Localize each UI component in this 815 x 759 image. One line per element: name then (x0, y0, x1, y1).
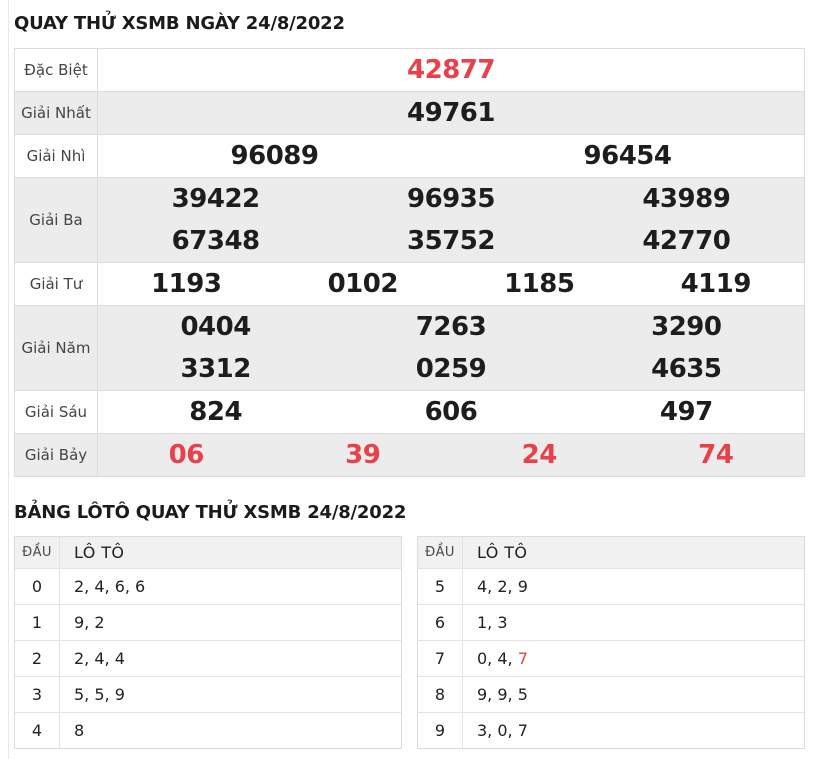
prize-number: 1185 (504, 268, 575, 299)
prize-number: 0259 (415, 353, 487, 384)
prize-number: 96935 (407, 183, 495, 214)
dau-cell: 0 (15, 569, 60, 605)
loto-table-left: ĐẦU LÔ TÔ 0 2, 4, 6, 6 1 9, 2 2 2, 4, 4 … (14, 536, 402, 750)
prize-row-dac-biet: Đặc Biệt 42877 (15, 48, 804, 91)
prize-number: 35752 (407, 225, 495, 256)
prize-number: 43989 (642, 183, 731, 214)
page-title: QUAY THỬ XSMB NGÀY 24/8/2022 (14, 13, 345, 34)
loto-header: ĐẦU LÔ TÔ (15, 537, 401, 569)
prize-values: 39422 96935 43989 67348 35752 42770 (98, 178, 804, 262)
loto-header: ĐẦU LÔ TÔ (418, 537, 804, 569)
prize-values: 1193 0102 1185 4119 (98, 263, 804, 305)
prize-number: 49761 (407, 97, 495, 128)
prize-number: 42877 (407, 54, 495, 85)
prize-label: Giải Bảy (15, 433, 98, 476)
dau-cell: 6 (418, 605, 463, 641)
dau-cell: 4 (15, 713, 60, 749)
prize-row-giai-nam: Giải Năm 0404 7263 3290 3312 0259 4635 (15, 304, 804, 390)
prize-row-giai-bay: Giải Bảy 06 39 24 74 (15, 432, 804, 476)
prize-number: 24 (521, 439, 558, 470)
prize-number: 39 (345, 439, 381, 470)
dau-cell: 8 (418, 677, 463, 713)
loto-values: 2, 4, 6, 6 (74, 577, 146, 597)
col-header-dau: ĐẦU (418, 537, 463, 569)
prize-row-giai-nhi: Giải Nhì 96089 96454 (15, 133, 804, 177)
prize-row-giai-nhat: Giải Nhất 49761 (15, 90, 804, 134)
prize-number: 0404 (180, 311, 251, 342)
prize-number: 96454 (583, 140, 672, 171)
prize-number: 497 (659, 396, 713, 427)
loto-values: 8 (74, 721, 85, 741)
prize-values: 06 39 24 74 (98, 434, 804, 476)
loto-row: 9 3, 0, 7 (418, 712, 804, 749)
loto-row: 1 9, 2 (15, 604, 401, 641)
prize-values: 0404 7263 3290 3312 0259 4635 (98, 306, 804, 390)
col-header-dau: ĐẦU (15, 537, 60, 569)
highlighted-loto: 7 (517, 649, 528, 669)
prize-row-giai-ba: Giải Ba 39422 96935 43989 67348 35752 42… (15, 176, 804, 262)
loto-values: 0, 4, 7 (477, 649, 528, 669)
dau-cell: 7 (418, 641, 463, 677)
prize-label: Giải Tư (15, 262, 98, 305)
prize-number: 67348 (171, 225, 260, 256)
col-header-loto: LÔ TÔ (74, 543, 125, 563)
dau-cell: 9 (418, 713, 463, 749)
loto-row: 0 2, 4, 6, 6 (15, 568, 401, 605)
prize-number: 39422 (171, 183, 260, 214)
loto-row: 5 4, 2, 9 (418, 568, 804, 605)
loto-values: 9, 9, 5 (477, 685, 528, 705)
loto-values: 5, 5, 9 (74, 685, 125, 705)
prize-values: 42877 (98, 49, 804, 91)
prize-row-giai-sau: Giải Sáu 824 606 497 (15, 389, 804, 433)
dau-cell: 5 (418, 569, 463, 605)
loto-row: 7 0, 4, 7 (418, 640, 804, 677)
prize-values: 824 606 497 (98, 391, 804, 433)
loto-values: 3, 0, 7 (477, 721, 528, 741)
loto-table-right: ĐẦU LÔ TÔ 5 4, 2, 9 6 1, 3 7 0, 4, 7 8 9… (417, 536, 805, 750)
dau-cell: 1 (15, 605, 60, 641)
loto-title: BẢNG LÔTÔ QUAY THỬ XSMB 24/8/2022 (14, 501, 407, 523)
prize-row-giai-tu: Giải Tư 1193 0102 1185 4119 (15, 261, 804, 305)
lottery-results-page: { "colors": { "accent_red": "#e8414a", "… (0, 0, 815, 759)
prize-number: 06 (168, 439, 205, 470)
loto-values: 2, 4, 4 (74, 649, 125, 669)
prize-number: 7263 (415, 311, 487, 342)
prize-number: 4119 (680, 268, 752, 299)
prize-label: Đặc Biệt (15, 48, 98, 91)
loto-tables: ĐẦU LÔ TÔ 0 2, 4, 6, 6 1 9, 2 2 2, 4, 4 … (14, 536, 805, 750)
loto-row: 3 5, 5, 9 (15, 676, 401, 713)
prize-number: 3290 (651, 311, 722, 342)
prize-label: Giải Năm (15, 305, 98, 390)
prize-number: 74 (698, 439, 734, 470)
prize-number: 42770 (642, 225, 731, 256)
loto-row: 8 9, 9, 5 (418, 676, 804, 713)
prize-number: 0102 (327, 268, 399, 299)
prize-number: 606 (424, 396, 478, 427)
prize-values: 49761 (98, 92, 804, 134)
prize-number: 3312 (180, 353, 251, 384)
page-left-rule (8, 0, 9, 759)
loto-row: 2 2, 4, 4 (15, 640, 401, 677)
prize-values: 96089 96454 (98, 135, 804, 177)
prize-label: Giải Nhất (15, 91, 98, 134)
page-content: QUAY THỬ XSMB NGÀY 24/8/2022 Đặc Biệt 42… (14, 0, 805, 750)
prize-number: 824 (189, 396, 243, 427)
loto-row: 4 8 (15, 712, 401, 749)
prize-label: Giải Nhì (15, 134, 98, 177)
results-table: Đặc Biệt 42877 Giải Nhất 49761 Giải Nhì … (14, 47, 805, 477)
loto-row: 6 1, 3 (418, 604, 804, 641)
dau-cell: 2 (15, 641, 60, 677)
loto-values: 4, 2, 9 (477, 577, 528, 597)
prize-label: Giải Ba (15, 177, 98, 262)
prize-number: 4635 (651, 353, 722, 384)
col-header-loto: LÔ TÔ (477, 543, 528, 563)
prize-number: 96089 (230, 140, 319, 171)
loto-values: 1, 3 (477, 613, 508, 633)
loto-values: 9, 2 (74, 613, 105, 633)
dau-cell: 3 (15, 677, 60, 713)
prize-number: 1193 (151, 268, 222, 299)
prize-label: Giải Sáu (15, 390, 98, 433)
